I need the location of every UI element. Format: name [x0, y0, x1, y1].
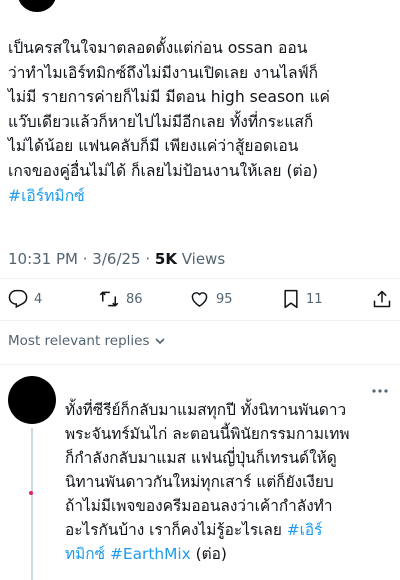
tweet-line: ไม่มี รายการค่ายก็ไม่มี มีตอน high seaso… [8, 88, 330, 107]
chevron-down-icon [154, 338, 165, 345]
heart-icon [191, 292, 208, 307]
share-button[interactable] [372, 288, 392, 310]
reply-line: นิทานพันดาวกันใหม่ทุกเสาร์ แต่ก็ยังเงียบ [65, 473, 334, 491]
views-count: 5K [154, 250, 177, 268]
reply-line: ทั้งที่ซีรีย์ก็กลับมาแมสทุกปี ทั้งนิทานพ… [65, 401, 347, 419]
bookmark-count: 11 [306, 291, 323, 307]
tweet-line: แว๊บเดียวแล้วก็หายไปไม่มีอีกเลย ทั้งที่ก… [8, 112, 314, 131]
author-avatar[interactable] [18, 0, 56, 12]
like-count: 95 [216, 291, 233, 307]
dot-marker [29, 491, 33, 495]
reply-button[interactable]: 4 [8, 288, 42, 310]
divider [0, 320, 400, 321]
tweet-metadata: 10:31 PM · 3/6/25 · 5K Views [8, 250, 225, 268]
retweet-icon [99, 291, 119, 307]
reply-line: พระจันทร์มันไก่ ละตอนนี้พินัยกรรมกามเทพ [65, 425, 350, 443]
hashtag-link[interactable]: #เอิร์ทมิกซ์ [8, 187, 85, 205]
reply-line: ก็กำลังกลับมาแมส แฟนญี่ปุ่นก็เทรนด์ให้ดู [65, 449, 337, 467]
more-options-button[interactable] [371, 380, 389, 399]
sort-label: Most relevant replies [8, 333, 150, 349]
tweet-time[interactable]: 10:31 PM [8, 250, 78, 268]
tweet-line: ว่าทำไมเอิร์ทมิกซ์ถึงไม่มีงานเปิดเลย งาน… [8, 63, 319, 82]
hashtag-link[interactable]: ทมิกซ์ #EarthMix [65, 545, 191, 563]
divider [0, 278, 400, 279]
views-label: Views [176, 250, 226, 268]
meta-separator: · [77, 250, 93, 268]
reply-line: ถ้าไม่มีเพจของครีมออนลงว่าเค้ากำลังทำ [65, 497, 333, 515]
bookmark-icon [284, 289, 298, 309]
action-bar: 4 86 95 11 [0, 288, 400, 310]
reply-line: อะไรกันบ้าง เราก็คงไม่รู้อะไรเลย [65, 521, 287, 539]
reply-text: ทั้งที่ซีรีย์ก็กลับมาแมสทุกปี ทั้งนิทานพ… [65, 398, 395, 566]
continued-label: (ต่อ) [190, 545, 227, 563]
meta-separator: · [140, 250, 155, 268]
like-button[interactable]: 95 [189, 288, 233, 310]
tweet-date[interactable]: 3/6/25 [92, 250, 140, 268]
tweet-line: ไม่ได้น้อย แฟนคลับก็มี เพียงแค่ว่าสู้ยอด… [8, 137, 299, 156]
tweet-line: เกจของคู่อื่นไม่ได้ ก็เลยไม่ป้อนงานให้เล… [8, 161, 319, 180]
reply-sort-dropdown[interactable]: Most relevant replies [8, 333, 166, 349]
tweet-text: เป็นครสในใจมาตลอดตั้งแต่ก่อน ossan ออน ว… [8, 36, 394, 208]
thread-line [31, 428, 33, 580]
tweet-line: เป็นครสในใจมาตลอดตั้งแต่ก่อน ossan ออน [8, 39, 308, 57]
share-icon [373, 290, 391, 308]
reply-count: 4 [34, 291, 43, 307]
more-icon [372, 389, 388, 393]
retweet-button[interactable]: 86 [98, 288, 143, 310]
bookmark-button[interactable]: 11 [282, 288, 323, 310]
hashtag-link[interactable]: #เอิร์ [287, 521, 323, 539]
reply-avatar[interactable] [8, 376, 56, 424]
divider [0, 364, 400, 365]
reply-icon [8, 289, 28, 309]
retweet-count: 86 [126, 291, 143, 307]
